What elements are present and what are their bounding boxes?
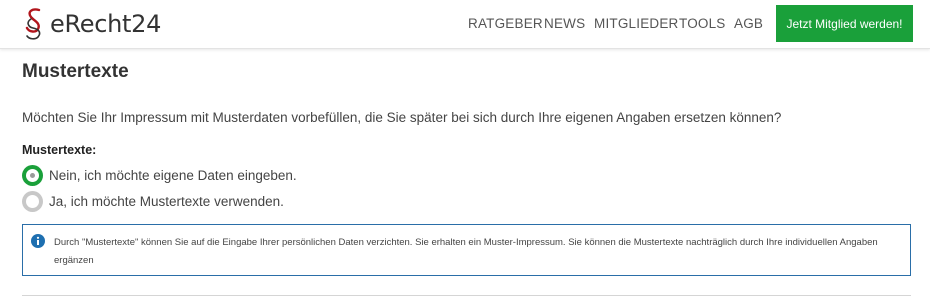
logo-wordmark: eRecht24	[50, 10, 162, 38]
join-member-button[interactable]: Jetzt Mitglied werden!	[776, 5, 913, 42]
top-navigation-bar: eRecht24 RATGEBER NEWS MITGLIEDER TOOLS …	[0, 0, 930, 49]
nav-link-news[interactable]: NEWS	[544, 16, 585, 31]
radio-option-own-data[interactable]: Nein, ich möchte eigene Daten eingeben.	[22, 165, 297, 186]
erecht24-logo[interactable]: eRecht24	[19, 6, 161, 42]
nav-link-tools[interactable]: TOOLS	[679, 16, 726, 31]
section-divider	[22, 295, 911, 296]
nav-link-mitglieder[interactable]: MITGLIEDER	[594, 16, 679, 31]
radio-option-label[interactable]: Nein, ich möchte eigene Daten eingeben.	[49, 168, 297, 183]
prefill-question-text: Möchten Sie Ihr Impressum mit Musterdate…	[22, 110, 782, 125]
radio-option-label[interactable]: Ja, ich möchte Mustertexte verwenden.	[49, 194, 284, 209]
page-title: Mustertexte	[22, 61, 129, 82]
radio-option-use-templates[interactable]: Ja, ich möchte Mustertexte verwenden.	[22, 191, 284, 212]
radio-button-unchecked[interactable]	[22, 191, 43, 212]
info-alert-text: Durch "Mustertexte" können Sie auf die E…	[54, 237, 878, 266]
info-alert-box: Durch "Mustertexte" können Sie auf die E…	[22, 224, 911, 276]
nav-link-ratgeber[interactable]: RATGEBER	[468, 16, 543, 31]
info-circle-icon	[31, 234, 45, 248]
radio-button-checked[interactable]	[22, 165, 43, 186]
section-sign-logo-icon	[25, 8, 41, 40]
nav-link-agb[interactable]: AGB	[734, 16, 763, 31]
mustertexte-field-label: Mustertexte:	[22, 143, 97, 157]
